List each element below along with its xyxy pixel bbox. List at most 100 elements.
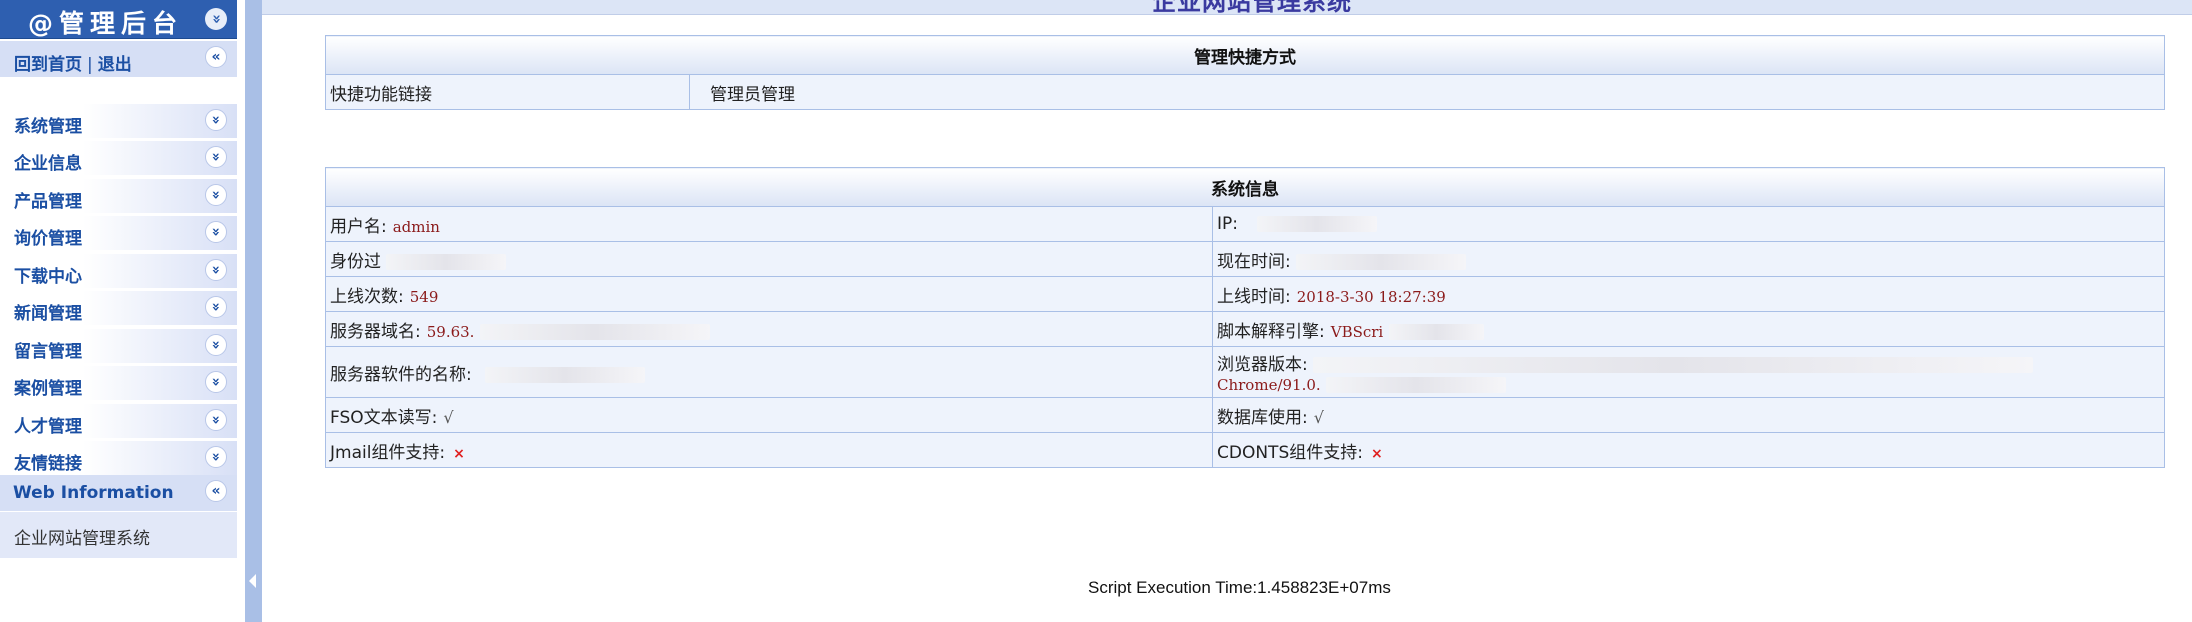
identity-cell: 身份过 bbox=[325, 241, 1213, 277]
shortcuts-header: 管理快捷方式 bbox=[325, 35, 2165, 75]
chevron-left-icon[interactable]: « bbox=[205, 46, 227, 68]
login-count-label: 上线次数: bbox=[330, 286, 404, 307]
login-time-cell: 上线时间: 2018-3-30 18:27:39 bbox=[1212, 276, 2165, 312]
top-bar: 企业网站管理系统 bbox=[262, 0, 2192, 15]
redacted-server-domain bbox=[479, 323, 710, 340]
jmail-cell: Jmail组件支持: × bbox=[325, 432, 1213, 468]
script-engine-label: 脚本解释引擎: bbox=[1217, 321, 1325, 342]
chevron-down-icon[interactable]: « bbox=[205, 109, 227, 131]
chevron-down-icon[interactable]: « bbox=[205, 296, 227, 318]
browser-label: 浏览器版本: bbox=[1217, 354, 1308, 375]
shortcuts-label: 快捷功能链接 bbox=[325, 74, 690, 110]
current-time-cell: 现在时间: bbox=[1212, 241, 2165, 277]
sidebar-item-downloads[interactable]: 下载中心 « bbox=[0, 254, 237, 288]
chevron-down-icon[interactable]: « bbox=[205, 409, 227, 431]
identity-label: 身份过 bbox=[330, 251, 381, 272]
main-content: 企业网站管理系统 管理快捷方式 快捷功能链接 管理员管理 系统信息 用户名: ad… bbox=[262, 0, 2192, 622]
cdonts-cell: CDONTS组件支持: × bbox=[1212, 432, 2165, 468]
chevron-left-icon[interactable]: « bbox=[205, 480, 227, 502]
chevron-down-icon[interactable]: « bbox=[205, 146, 227, 168]
browser-value: Chrome/91.0. bbox=[1217, 375, 1321, 394]
sidebar-item-news[interactable]: 新闻管理 « bbox=[0, 291, 237, 325]
sidebar-item-label: 友情链接 bbox=[14, 454, 82, 474]
server-software-cell: 服务器软件的名称: bbox=[325, 346, 1213, 398]
chevron-down-icon[interactable]: « bbox=[205, 371, 227, 393]
sidebar-item-inquiry[interactable]: 询价管理 « bbox=[0, 216, 237, 250]
web-information-body: 企业网站管理系统 bbox=[0, 512, 237, 558]
web-information-label: Web Information bbox=[13, 483, 174, 503]
home-link[interactable]: 回到首页 bbox=[14, 55, 82, 75]
sidebar-item-products[interactable]: 产品管理 « bbox=[0, 179, 237, 213]
server-software-label: 服务器软件的名称: bbox=[330, 364, 472, 385]
logout-link[interactable]: 退出 bbox=[98, 55, 132, 75]
chevron-down-icon[interactable]: « bbox=[205, 184, 227, 206]
ip-cell: IP: bbox=[1212, 206, 2165, 242]
web-information-text: 企业网站管理系统 bbox=[14, 529, 150, 549]
server-domain-value: 59.63. bbox=[426, 322, 475, 341]
chevron-down-icon[interactable]: « bbox=[205, 259, 227, 281]
collapse-all-icon[interactable]: « bbox=[205, 8, 227, 30]
sidebar-item-label: 人才管理 bbox=[14, 417, 82, 437]
login-count-cell: 上线次数: 549 bbox=[325, 276, 1213, 312]
sidebar-item-label: 下载中心 bbox=[14, 267, 82, 287]
jmail-label: Jmail组件支持: bbox=[330, 442, 446, 463]
script-engine-value: VBScri bbox=[1330, 322, 1384, 341]
page-title: 企业网站管理系统 bbox=[1152, 0, 1352, 15]
login-time-value: 2018-3-30 18:27:39 bbox=[1296, 287, 1446, 306]
redacted-script-engine bbox=[1388, 323, 1484, 340]
redacted-ip bbox=[1257, 216, 1378, 232]
redacted-browser-line-2 bbox=[1326, 376, 1507, 393]
database-cell: 数据库使用: √ bbox=[1212, 397, 2165, 433]
redacted-server-software bbox=[485, 366, 646, 383]
sidebar-item-label: 系统管理 bbox=[14, 117, 82, 137]
browser-cell: 浏览器版本: Chrome/91.0. bbox=[1212, 346, 2165, 398]
sidebar-item-cases[interactable]: 案例管理 « bbox=[0, 366, 237, 400]
current-time-label: 现在时间: bbox=[1217, 251, 1291, 272]
sidebar-item-label: 企业信息 bbox=[14, 154, 82, 174]
fso-value: √ bbox=[443, 407, 454, 427]
sidebar-item-label: 新闻管理 bbox=[14, 304, 82, 324]
sidebar-item-label: 产品管理 bbox=[14, 192, 82, 212]
chevron-down-icon[interactable]: « bbox=[205, 446, 227, 468]
cdonts-label: CDONTS组件支持: bbox=[1217, 442, 1363, 463]
redacted-identity bbox=[386, 253, 507, 270]
redacted-browser-line-1 bbox=[1313, 356, 2034, 373]
sidebar-item-friend-links[interactable]: 友情链接 « bbox=[0, 441, 237, 475]
sidebar-item-label: 留言管理 bbox=[14, 342, 82, 362]
cdonts-value: × bbox=[1370, 445, 1383, 462]
redacted-current-time bbox=[1296, 253, 1467, 270]
sidebar-item-talent[interactable]: 人才管理 « bbox=[0, 404, 237, 438]
script-engine-cell: 脚本解释引擎: VBScri bbox=[1212, 311, 2165, 347]
username-cell: 用户名: admin bbox=[325, 206, 1213, 242]
shortcuts-table: 管理快捷方式 快捷功能链接 管理员管理 bbox=[325, 35, 2165, 110]
web-information-header[interactable]: Web Information « bbox=[0, 475, 237, 511]
username-label: 用户名: bbox=[330, 216, 387, 237]
sidebar-item-messages[interactable]: 留言管理 « bbox=[0, 329, 237, 363]
sidebar-item-company[interactable]: 企业信息 « bbox=[0, 141, 237, 175]
chevron-down-icon[interactable]: « bbox=[205, 221, 227, 243]
jmail-value: × bbox=[453, 445, 465, 462]
sidebar-item-system[interactable]: 系统管理 « bbox=[0, 104, 237, 138]
database-label: 数据库使用: bbox=[1217, 407, 1308, 428]
database-value: √ bbox=[1313, 407, 1324, 427]
ip-label: IP: bbox=[1217, 214, 1238, 234]
sidebar-splitter[interactable] bbox=[245, 0, 262, 622]
sidebar-item-label: 案例管理 bbox=[14, 379, 82, 399]
username-value: admin bbox=[392, 217, 440, 236]
sidebar-home-row: 回到首页 | 退出 « bbox=[0, 41, 237, 77]
chevron-down-icon[interactable]: « bbox=[205, 334, 227, 356]
system-info-header: 系统信息 bbox=[325, 167, 2165, 207]
shortcut-admin-link[interactable]: 管理员管理 bbox=[689, 74, 2165, 110]
browser-line-1: 浏览器版本: bbox=[1217, 350, 2160, 375]
sidebar: @管理后台 « 回到首页 | 退出 « 系统管理 « 企业信息 « 产品管理 « 询… bbox=[0, 0, 240, 622]
login-count-value: 549 bbox=[409, 287, 439, 306]
browser-line-2: Chrome/91.0. bbox=[1217, 375, 2160, 395]
login-time-label: 上线时间: bbox=[1217, 286, 1291, 307]
sidebar-item-label: 询价管理 bbox=[14, 229, 82, 249]
sidebar-header: @管理后台 « bbox=[0, 0, 237, 39]
server-domain-label: 服务器域名: bbox=[330, 321, 421, 342]
collapse-sidebar-icon[interactable] bbox=[249, 574, 256, 588]
home-logout-links: 回到首页 | 退出 bbox=[14, 50, 132, 75]
sidebar-title: @管理后台 bbox=[28, 9, 184, 38]
link-separator: | bbox=[87, 55, 93, 75]
